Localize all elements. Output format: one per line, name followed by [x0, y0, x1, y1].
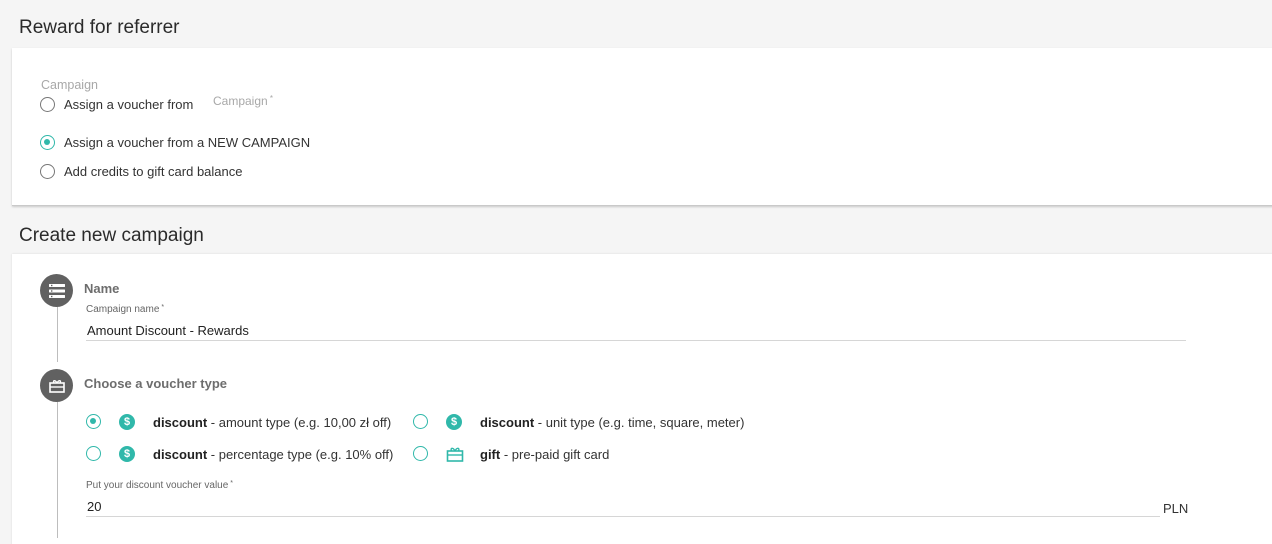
reward-referrer-card	[12, 48, 1272, 206]
voucher-value-label: Put your discount voucher value *	[86, 480, 233, 491]
campaign-label: Campaign	[41, 78, 98, 92]
step-connector	[57, 401, 58, 538]
unit-type-label[interactable]: discount - unit type (e.g. time, square,…	[480, 415, 744, 430]
gift-card-icon	[446, 447, 464, 462]
radio-gift-type[interactable]	[413, 446, 428, 461]
amount-type-label[interactable]: discount - amount type (e.g. 10,00 zł of…	[153, 415, 391, 430]
gift-type-label[interactable]: gift - pre-paid gift card	[480, 447, 609, 462]
gift-icon	[40, 369, 73, 402]
dollar-icon: $	[119, 446, 135, 462]
option-add-credits-label[interactable]: Add credits to gift card balance	[64, 164, 243, 179]
radio-add-credits[interactable]	[40, 164, 55, 179]
step-connector	[57, 306, 58, 362]
campaign-select[interactable]: Campaign *	[213, 94, 273, 108]
dollar-icon: $	[446, 414, 462, 430]
radio-percentage-type[interactable]	[86, 446, 101, 461]
option-assign-new-campaign-label[interactable]: Assign a voucher from a NEW CAMPAIGN	[64, 135, 310, 150]
step-voucher-type-title: Choose a voucher type	[84, 376, 228, 391]
voucher-value-underline	[86, 516, 1160, 517]
reward-referrer-title: Reward for referrer	[19, 17, 180, 38]
voucher-value-input[interactable]: 20	[87, 499, 101, 514]
percentage-type-label[interactable]: discount - percentage type (e.g. 10% off…	[153, 447, 393, 462]
dollar-icon: $	[119, 414, 135, 430]
radio-assign-existing[interactable]	[40, 97, 55, 112]
campaign-name-input[interactable]: Amount Discount - Rewards	[87, 323, 249, 338]
create-campaign-card	[12, 254, 1272, 544]
list-icon	[40, 274, 73, 307]
radio-assign-new-campaign[interactable]	[40, 135, 55, 150]
radio-unit-type[interactable]	[413, 414, 428, 429]
campaign-name-label: Campaign name *	[86, 304, 165, 315]
campaign-name-underline	[86, 340, 1186, 341]
step-name-title: Name	[84, 281, 120, 296]
currency-suffix: PLN	[1163, 501, 1189, 516]
option-assign-existing-label[interactable]: Assign a voucher from	[64, 97, 193, 112]
create-campaign-title: Create new campaign	[19, 225, 204, 246]
radio-amount-type[interactable]	[86, 414, 101, 429]
